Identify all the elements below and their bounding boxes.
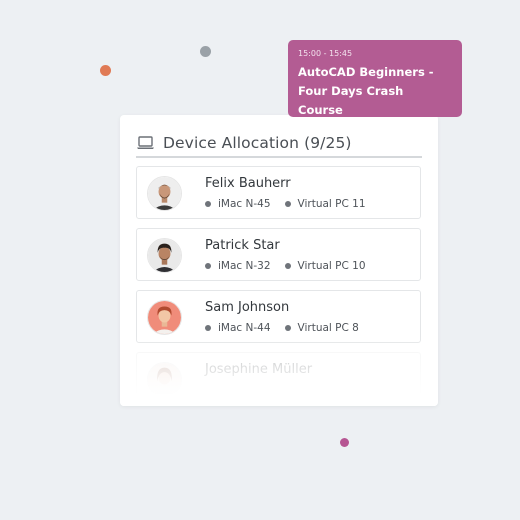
- user-name: Patrick Star: [205, 238, 280, 253]
- bullet-icon: [205, 263, 211, 269]
- decorative-dot-gray: [200, 46, 211, 57]
- user-name: Sam Johnson: [205, 300, 290, 315]
- decorative-dot-orange: [100, 65, 111, 76]
- virtual-pc-label: Virtual PC 8: [297, 322, 359, 334]
- event-title-line-2: Four Days Crash Course: [298, 84, 404, 117]
- event-time: 15:00 - 15:45: [298, 49, 353, 58]
- list-item-patrick[interactable]: Patrick Star iMac N-32 Virtual PC 10: [136, 228, 421, 281]
- user-list: Felix Bauherr iMac N-45 Virtual PC 11 Pa…: [136, 166, 421, 414]
- device-label: iMac N-45: [218, 198, 271, 210]
- avatar: [147, 362, 182, 397]
- list-item-felix[interactable]: Felix Bauherr iMac N-45 Virtual PC 11: [136, 166, 421, 219]
- list-item-sam[interactable]: Sam Johnson iMac N-44 Virtual PC 8: [136, 290, 421, 343]
- user-name: Felix Bauherr: [205, 176, 291, 191]
- bullet-icon: [284, 263, 291, 269]
- card-header: Device Allocation (9/25): [136, 129, 422, 157]
- device-info: iMac N-44 Virtual PC 8: [205, 322, 373, 334]
- laptop-icon: [137, 136, 154, 149]
- avatar: [147, 300, 182, 335]
- bullet-icon: [205, 325, 211, 331]
- bullet-icon: [284, 201, 291, 207]
- card-title: Device Allocation (9/25): [163, 134, 352, 152]
- divider: [136, 156, 422, 158]
- virtual-pc-label: Virtual PC 11: [297, 198, 366, 210]
- device-label: iMac N-44: [218, 322, 271, 334]
- device-label: iMac N-32: [218, 260, 271, 272]
- avatar: [147, 238, 182, 273]
- event-title-line-1: AutoCAD Beginners -: [298, 65, 434, 79]
- user-name: Josephine Müller: [205, 362, 313, 377]
- virtual-pc-label: Virtual PC 10: [297, 260, 366, 272]
- device-info: iMac N-45 Virtual PC 11: [205, 198, 380, 210]
- device-info: iMac N-32 Virtual PC 10: [205, 260, 380, 272]
- bullet-icon: [205, 201, 211, 207]
- bullet-icon: [284, 325, 291, 331]
- list-item-josephine[interactable]: Josephine Müller: [136, 352, 421, 405]
- decorative-dot-pink: [340, 438, 349, 447]
- device-allocation-card: Device Allocation (9/25) Felix Bauherr i…: [120, 115, 438, 406]
- event-card[interactable]: 15:00 - 15:45 AutoCAD Beginners - Four D…: [288, 40, 462, 117]
- avatar: [147, 176, 182, 211]
